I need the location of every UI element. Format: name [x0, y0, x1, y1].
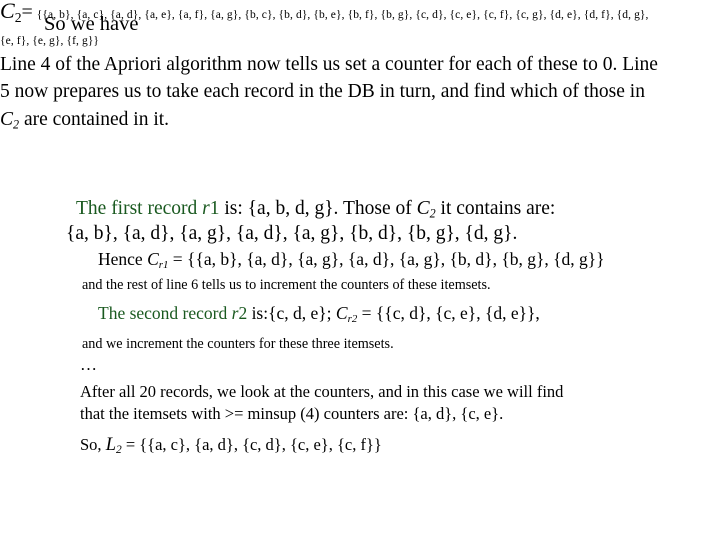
inline-math-cr1: Cr1 [147, 249, 169, 272]
body-paragraph-part2: are contained in it. [19, 108, 170, 130]
increment-note-1: and the rest of line 6 tells us to incre… [82, 277, 491, 293]
page-title: So we have [44, 13, 139, 35]
first-record-contained-itemsets: {a, b}, {a, d}, {a, g}, {a, d}, {a, g}, … [66, 223, 518, 244]
first-record-var: r1 [202, 198, 220, 219]
conclusion-equals: = [121, 435, 140, 454]
slide-canvas: So we have C2= {{a, b}, {a, c}, {a, d}, … [0, 0, 720, 540]
inline-math-l2: L2 [105, 434, 122, 457]
increment-note-2: and we increment the counters for these … [82, 336, 394, 352]
conclusion-l2-value: {{a, c}, {a, d}, {c, d}, {c, e}, {c, f}} [139, 435, 382, 454]
c2-symbol: C2 [0, 0, 22, 25]
conclusion-line-3: So, L2 = {{a, c}, {a, d}, {c, d}, {c, e}… [80, 433, 382, 461]
second-record-value: {{c, d}, {c, e}, {d, e}}, [375, 303, 540, 323]
inline-math-cr2: Cr2 [335, 303, 358, 326]
hence-equals: = [168, 249, 188, 269]
inline-math-c2-first: C2 [416, 198, 436, 221]
hence-cr1-line: Hence Cr1 = {{a, b}, {a, d}, {a, g}, {a,… [98, 248, 605, 276]
second-record-rest: is:{c, d, e}; [247, 303, 336, 323]
body-paragraph: Line 4 of the Apriori algorithm now tell… [0, 51, 668, 139]
second-record-line: The second record r2 is:{c, d, e}; Cr2 =… [98, 303, 540, 325]
second-record-equals: = [357, 303, 376, 323]
inline-math-c2: C2 [0, 108, 20, 132]
second-record-label: The second record [98, 303, 232, 323]
second-record-var: r2 [231, 303, 248, 323]
first-record-rest: is: {a, b, d, g}. Those of [219, 198, 417, 219]
conclusion-line-2: that the itemsets with >= minsup (4) cou… [80, 404, 504, 423]
conclusion-line-1: After all 20 records, we look at the cou… [80, 382, 564, 401]
first-record-label: The first record [76, 198, 203, 219]
body-paragraph-part1: Line 4 of the Apriori algorithm now tell… [0, 53, 658, 103]
c2-equals: = [21, 1, 33, 23]
first-record-rest2: it contains are: [435, 198, 556, 219]
hence-prefix: Hence [98, 249, 148, 269]
hence-value: {{a, b}, {a, d}, {a, g}, {a, d}, {a, g},… [187, 249, 605, 269]
conclusion-prefix: So, [80, 435, 106, 454]
ellipsis-marker: … [80, 355, 98, 374]
